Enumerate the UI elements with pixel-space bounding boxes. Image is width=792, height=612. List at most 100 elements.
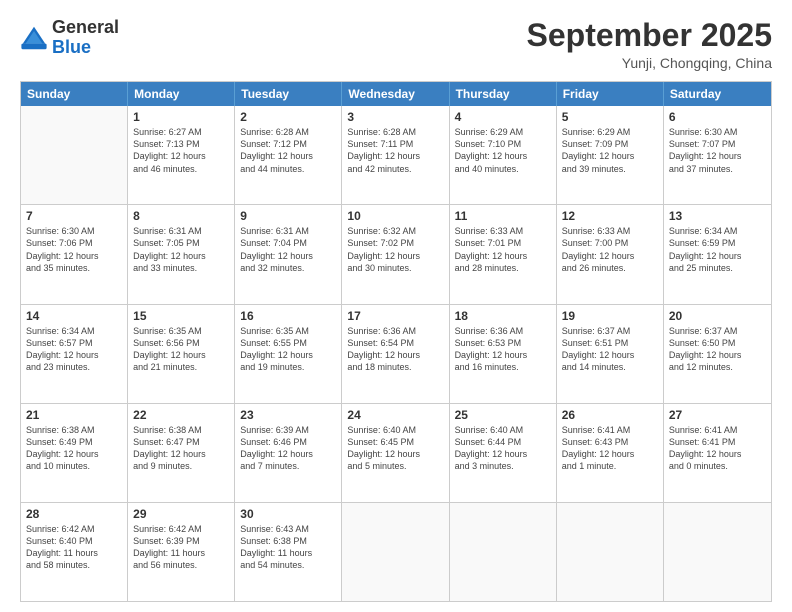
calendar-cell: 18Sunrise: 6:36 AMSunset: 6:53 PMDayligh… [450,305,557,403]
cell-info-line: Sunrise: 6:38 AM [133,424,229,436]
cell-info-line: and 19 minutes. [240,361,336,373]
calendar-cell: 3Sunrise: 6:28 AMSunset: 7:11 PMDaylight… [342,106,449,204]
cell-info-line: Sunrise: 6:40 AM [455,424,551,436]
cell-info-line: Sunset: 6:46 PM [240,436,336,448]
calendar-cell: 11Sunrise: 6:33 AMSunset: 7:01 PMDayligh… [450,205,557,303]
cell-info-line: Daylight: 12 hours [562,150,658,162]
logo-text: General Blue [52,18,119,58]
cell-info-line: and 21 minutes. [133,361,229,373]
day-number: 22 [133,408,229,422]
weekday-header: Sunday [21,82,128,106]
calendar-cell: 13 Sunrise: 6:34 AMSunset: 6:59 PMDayligh… [664,205,771,303]
cell-info-line: Sunrise: 6:30 AM [669,126,766,138]
cell-info-line: and 42 minutes. [347,163,443,175]
month-title: September 2025 [527,18,772,53]
cell-info-line: Sunset: 6:54 PM [347,337,443,349]
cell-info-line: Sunrise: 6:37 AM [669,325,766,337]
cell-info-line: Daylight: 12 hours [347,448,443,460]
calendar-cell: 17Sunrise: 6:36 AMSunset: 6:54 PMDayligh… [342,305,449,403]
cell-info-line: and 9 minutes. [133,460,229,472]
day-number: 4 [455,110,551,124]
cell-info-line: Sunrise: 6:42 AM [133,523,229,535]
cell-info-line: Sunrise: 6:27 AM [133,126,229,138]
cell-info-line: Daylight: 12 hours [669,250,766,262]
cell-info-line: and 44 minutes. [240,163,336,175]
day-number: 9 [240,209,336,223]
calendar-cell: 2Sunrise: 6:28 AMSunset: 7:12 PMDaylight… [235,106,342,204]
calendar-cell: 12Sunrise: 6:33 AMSunset: 7:00 PMDayligh… [557,205,664,303]
weekday-header: Tuesday [235,82,342,106]
cell-info-line: Sunset: 7:07 PM [669,138,766,150]
cell-info-line: Sunset: 6:47 PM [133,436,229,448]
cell-info-line: Sunset: 7:00 PM [562,237,658,249]
calendar-cell: 4Sunrise: 6:29 AMSunset: 7:10 PMDaylight… [450,106,557,204]
cell-info-line: Sunset: 6:59 PM [669,237,766,249]
cell-info-line: and 7 minutes. [240,460,336,472]
cell-info-line: Sunrise: 6:43 AM [240,523,336,535]
cell-info-line: Sunset: 7:01 PM [455,237,551,249]
day-number: 12 [562,209,658,223]
cell-info-line: Sunset: 7:04 PM [240,237,336,249]
cell-info-line: Sunset: 7:02 PM [347,237,443,249]
cell-info-line: Sunset: 7:10 PM [455,138,551,150]
cell-info-line: Daylight: 12 hours [26,448,122,460]
calendar-row: 1Sunrise: 6:27 AMSunset: 7:13 PMDaylight… [21,106,771,205]
cell-info-line: Daylight: 12 hours [133,150,229,162]
cell-info-line: Sunrise: 6:28 AM [347,126,443,138]
day-number: 19 [562,309,658,323]
cell-info-line: Sunrise: 6:31 AM [240,225,336,237]
location-subtitle: Yunji, Chongqing, China [527,55,772,71]
cell-info-line: and 54 minutes. [240,559,336,571]
cell-info-line: and 30 minutes. [347,262,443,274]
cell-info-line: Sunrise: 6:32 AM [347,225,443,237]
calendar-cell: 5Sunrise: 6:29 AMSunset: 7:09 PMDaylight… [557,106,664,204]
day-number: 24 [347,408,443,422]
cell-info-line: Daylight: 12 hours [133,349,229,361]
day-number: 7 [26,209,122,223]
logo-general: General [52,18,119,38]
cell-info-line: Sunset: 6:53 PM [455,337,551,349]
weekday-header: Friday [557,82,664,106]
weekday-header: Thursday [450,82,557,106]
cell-info-line: Sunrise: 6:29 AM [562,126,658,138]
cell-info-line: Sunrise: 6:34 AM [26,325,122,337]
cell-info-line: Sunrise: 6:41 AM [562,424,658,436]
day-number: 20 [669,309,766,323]
cell-info-line: and 16 minutes. [455,361,551,373]
cell-info-line: Sunrise: 6:36 AM [347,325,443,337]
cell-info-line: Daylight: 12 hours [669,150,766,162]
cell-info-line: Daylight: 12 hours [240,150,336,162]
cell-info-line: Sunset: 7:13 PM [133,138,229,150]
calendar-cell [21,106,128,204]
cell-info-line: Daylight: 11 hours [240,547,336,559]
cell-info-line: Sunrise: 6:35 AM [240,325,336,337]
day-number: 28 [26,507,122,521]
cell-info-line: and 26 minutes. [562,262,658,274]
cell-info-line: Sunrise: 6:38 AM [26,424,122,436]
cell-info-line: Sunrise: 6:34 AM [669,225,766,237]
day-number: 13 [669,209,766,223]
cell-info-line: Sunrise: 6:40 AM [347,424,443,436]
cell-info-line: Sunset: 6:43 PM [562,436,658,448]
day-number: 2 [240,110,336,124]
calendar-row: 21Sunrise: 6:38 AMSunset: 6:49 PMDayligh… [21,404,771,503]
cell-info-line: and 14 minutes. [562,361,658,373]
calendar-cell: 16Sunrise: 6:35 AMSunset: 6:55 PMDayligh… [235,305,342,403]
cell-info-line: Sunset: 6:38 PM [240,535,336,547]
cell-info-line: Daylight: 11 hours [26,547,122,559]
calendar-cell: 28Sunrise: 6:42 AMSunset: 6:40 PMDayligh… [21,503,128,601]
cell-info-line: Sunset: 6:55 PM [240,337,336,349]
page: General Blue September 2025 Yunji, Chong… [0,0,792,612]
calendar-cell [342,503,449,601]
cell-info-line: Daylight: 12 hours [562,250,658,262]
cell-info-line: Sunrise: 6:29 AM [455,126,551,138]
cell-info-line: and 28 minutes. [455,262,551,274]
day-number: 5 [562,110,658,124]
cell-info-line: Sunset: 6:51 PM [562,337,658,349]
logo: General Blue [20,18,119,58]
cell-info-line: Sunset: 7:12 PM [240,138,336,150]
calendar-row: 14Sunrise: 6:34 AMSunset: 6:57 PMDayligh… [21,305,771,404]
day-number: 15 [133,309,229,323]
cell-info-line: and 40 minutes. [455,163,551,175]
cell-info-line: Daylight: 12 hours [455,250,551,262]
